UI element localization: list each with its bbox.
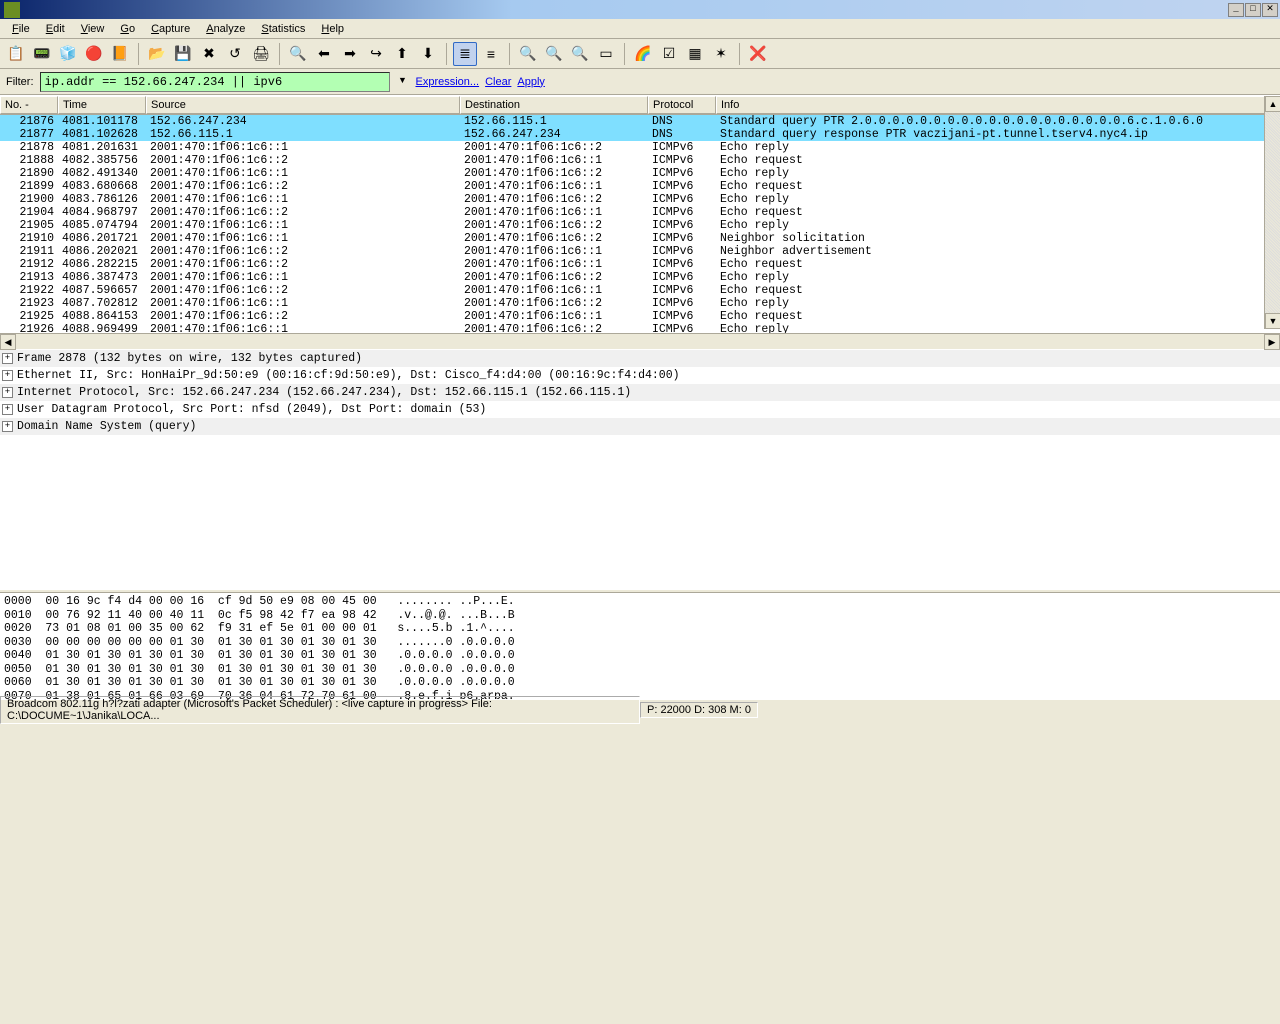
packet-row[interactable]: 219124086.2822152001:470:1f06:1c6::22001… [0, 258, 1280, 271]
packet-bytes: 0000 00 16 9c f4 d4 00 00 16 cf 9d 50 e9… [0, 593, 1280, 699]
expand-icon[interactable]: + [2, 387, 13, 398]
menubar: FileEditViewGoCaptureAnalyzeStatisticsHe… [0, 19, 1280, 39]
packet-details: +Frame 2878 (132 bytes on wire, 132 byte… [0, 349, 1280, 589]
expand-icon[interactable]: + [2, 370, 13, 381]
maximize-button[interactable]: □ [1245, 3, 1261, 17]
menu-edit[interactable]: Edit [38, 21, 73, 37]
column-protocol[interactable]: Protocol [648, 96, 716, 114]
packet-row[interactable]: 218904082.4913402001:470:1f06:1c6::12001… [0, 167, 1280, 180]
toolbar-btn-27[interactable]: 🌈 [631, 42, 655, 66]
packet-row[interactable]: 219134086.3874732001:470:1f06:1c6::12001… [0, 271, 1280, 284]
vertical-scrollbar[interactable]: ▲ ▼ [1264, 96, 1280, 329]
packet-row[interactable]: 219234087.7028122001:470:1f06:1c6::12001… [0, 297, 1280, 310]
toolbar-btn-2[interactable]: 🧊 [56, 42, 80, 66]
packet-row[interactable]: 219114086.2020212001:470:1f06:1c6::22001… [0, 245, 1280, 258]
toolbar-btn-19[interactable]: ≣ [453, 42, 477, 66]
packet-row[interactable]: 218764081.101178152.66.247.234152.66.115… [0, 115, 1280, 128]
packet-row[interactable]: 218774081.102628152.66.115.1152.66.247.2… [0, 128, 1280, 141]
apply-button[interactable]: Apply [517, 76, 545, 88]
menu-view[interactable]: View [73, 21, 113, 37]
close-button[interactable]: ✕ [1262, 3, 1278, 17]
toolbar-btn-23[interactable]: 🔍 [542, 42, 566, 66]
menu-go[interactable]: Go [112, 21, 143, 37]
app-icon [4, 2, 20, 18]
toolbar-btn-24[interactable]: 🔍 [568, 42, 592, 66]
tree-row[interactable]: +Frame 2878 (132 bytes on wire, 132 byte… [0, 350, 1280, 367]
column-info[interactable]: Info [716, 96, 1280, 114]
menu-capture[interactable]: Capture [143, 21, 198, 37]
toolbar: 📋📟🧊🔴📙📂💾✖↺🖨🔍⬅➡↪⬆⬇≣≡🔍🔍🔍▭🌈☑▦✶❌ [0, 39, 1280, 69]
tree-row[interactable]: +User Datagram Protocol, Src Port: nfsd … [0, 401, 1280, 418]
menu-statistics[interactable]: Statistics [253, 21, 313, 37]
tree-row[interactable]: +Ethernet II, Src: HonHaiPr_9d:50:e9 (00… [0, 367, 1280, 384]
scroll-down-icon[interactable]: ▼ [1265, 313, 1280, 329]
statusbar: Broadcom 802.11g h?l?zati adapter (Micro… [0, 699, 1280, 719]
packet-row[interactable]: 219054085.0747942001:470:1f06:1c6::12001… [0, 219, 1280, 232]
expand-icon[interactable]: + [2, 353, 13, 364]
scroll-up-icon[interactable]: ▲ [1265, 96, 1280, 112]
packet-row[interactable]: 218994083.6806682001:470:1f06:1c6::22001… [0, 180, 1280, 193]
packet-row[interactable]: 218884082.3857562001:470:1f06:1c6::22001… [0, 154, 1280, 167]
minimize-button[interactable]: _ [1228, 3, 1244, 17]
toolbar-btn-29[interactable]: ▦ [683, 42, 707, 66]
toolbar-btn-0[interactable]: 📋 [4, 42, 28, 66]
packet-list-header: No. ‑ Time Source Destination Protocol I… [0, 96, 1280, 115]
toolbar-btn-22[interactable]: 🔍 [516, 42, 540, 66]
toolbar-btn-1[interactable]: 📟 [30, 42, 54, 66]
toolbar-btn-15[interactable]: ↪ [364, 42, 388, 66]
menu-help[interactable]: Help [313, 21, 352, 37]
toolbar-btn-8[interactable]: ✖ [197, 42, 221, 66]
scroll-right-icon[interactable]: ▶ [1264, 334, 1280, 350]
clear-button[interactable]: Clear [485, 76, 511, 88]
packet-row[interactable]: 219044084.9687972001:470:1f06:1c6::22001… [0, 206, 1280, 219]
toolbar-btn-12[interactable]: 🔍 [286, 42, 310, 66]
packet-row[interactable]: 219104086.2017212001:470:1f06:1c6::12001… [0, 232, 1280, 245]
packet-row[interactable]: 219264088.9694992001:470:1f06:1c6::12001… [0, 323, 1280, 333]
column-time[interactable]: Time [58, 96, 146, 114]
toolbar-btn-7[interactable]: 💾 [171, 42, 195, 66]
window-titlebar: _ □ ✕ [0, 0, 1280, 19]
toolbar-btn-6[interactable]: 📂 [145, 42, 169, 66]
column-source[interactable]: Source [146, 96, 460, 114]
toolbar-btn-10[interactable]: 🖨 [249, 42, 273, 66]
filter-input[interactable] [40, 72, 390, 92]
toolbar-btn-28[interactable]: ☑ [657, 42, 681, 66]
toolbar-btn-3[interactable]: 🔴 [82, 42, 106, 66]
toolbar-btn-20[interactable]: ≡ [479, 42, 503, 66]
expand-icon[interactable]: + [2, 404, 13, 415]
toolbar-btn-32[interactable]: ❌ [746, 42, 770, 66]
status-right: P: 22000 D: 308 M: 0 [640, 702, 758, 718]
column-no[interactable]: No. ‑ [0, 96, 58, 114]
toolbar-btn-14[interactable]: ➡ [338, 42, 362, 66]
filter-dropdown-icon[interactable]: ▼ [396, 75, 410, 89]
filter-label: Filter: [6, 76, 34, 88]
tree-row[interactable]: +Domain Name System (query) [0, 418, 1280, 435]
packet-row[interactable]: 219004083.7861262001:470:1f06:1c6::12001… [0, 193, 1280, 206]
horizontal-scrollbar[interactable]: ◀ ▶ [0, 333, 1280, 349]
menu-analyze[interactable]: Analyze [198, 21, 253, 37]
toolbar-btn-9[interactable]: ↺ [223, 42, 247, 66]
toolbar-btn-16[interactable]: ⬆ [390, 42, 414, 66]
scroll-left-icon[interactable]: ◀ [0, 334, 16, 350]
tree-row[interactable]: +Internet Protocol, Src: 152.66.247.234 … [0, 384, 1280, 401]
status-left: Broadcom 802.11g h?l?zati adapter (Micro… [0, 696, 640, 724]
filter-bar: Filter: ▼ Expression... Clear Apply [0, 69, 1280, 95]
expression-button[interactable]: Expression... [416, 76, 480, 88]
toolbar-btn-17[interactable]: ⬇ [416, 42, 440, 66]
toolbar-btn-13[interactable]: ⬅ [312, 42, 336, 66]
column-destination[interactable]: Destination [460, 96, 648, 114]
packet-list: No. ‑ Time Source Destination Protocol I… [0, 95, 1280, 345]
toolbar-btn-30[interactable]: ✶ [709, 42, 733, 66]
packet-row[interactable]: 218784081.2016312001:470:1f06:1c6::12001… [0, 141, 1280, 154]
toolbar-btn-25[interactable]: ▭ [594, 42, 618, 66]
expand-icon[interactable]: + [2, 421, 13, 432]
packet-row[interactable]: 219254088.8641532001:470:1f06:1c6::22001… [0, 310, 1280, 323]
menu-file[interactable]: File [4, 21, 38, 37]
packet-row[interactable]: 219224087.5966572001:470:1f06:1c6::22001… [0, 284, 1280, 297]
toolbar-btn-4[interactable]: 📙 [108, 42, 132, 66]
